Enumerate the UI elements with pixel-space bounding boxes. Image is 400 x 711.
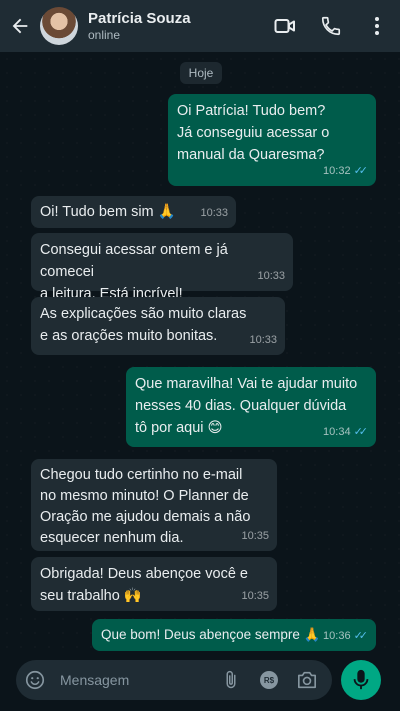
message-bubble-incoming[interactable]: Chegou tudo certinho no e-mail no mesmo … bbox=[31, 459, 277, 551]
message-text: As explicações são muito claras e as ora… bbox=[40, 306, 247, 344]
read-ticks-icon: ✓✓ bbox=[353, 426, 369, 438]
read-ticks-icon: ✓✓ bbox=[353, 630, 369, 642]
message-text: Oi Patrícia! Tudo bem? Já conseguiu aces… bbox=[177, 103, 330, 163]
phone-icon[interactable] bbox=[308, 0, 354, 52]
video-call-icon[interactable] bbox=[262, 0, 308, 52]
back-arrow-icon[interactable] bbox=[0, 0, 40, 52]
message-bubble-incoming[interactable]: Obrigada! Deus abençoe você e seu trabal… bbox=[31, 557, 277, 611]
message-bubble-outgoing[interactable]: Oi Patrícia! Tudo bem? Já conseguiu aces… bbox=[168, 94, 376, 186]
contact-name: Patrícia Souza bbox=[88, 9, 191, 27]
chat-header: Patrícia Souza online bbox=[0, 0, 400, 52]
mic-icon bbox=[353, 669, 369, 690]
message-bubble-incoming[interactable]: Oi! Tudo bem sim 🙏 10:33 bbox=[31, 196, 236, 228]
message-time: 10:35 bbox=[241, 590, 269, 602]
message-bubble-outgoing[interactable]: Que maravilha! Vai te ajudar muito nesse… bbox=[126, 367, 376, 447]
avatar[interactable] bbox=[40, 7, 78, 45]
message-text: Oi! Tudo bem sim 🙏 bbox=[40, 204, 176, 220]
message-text: Obrigada! Deus abençoe você e seu trabal… bbox=[40, 566, 248, 604]
message-bubble-incoming[interactable]: Consegui acessar ontem e já comecei a le… bbox=[31, 233, 293, 302]
message-input[interactable]: Mensagem R$ bbox=[16, 660, 332, 700]
message-text: Chegou tudo certinho no e-mail no mesmo … bbox=[40, 467, 251, 546]
message-placeholder: Mensagem bbox=[60, 672, 130, 688]
message-time: 10:33 bbox=[249, 334, 277, 346]
composer-bar: Mensagem R$ bbox=[0, 653, 400, 711]
read-ticks-icon: ✓✓ bbox=[353, 165, 369, 177]
message-bubble-incoming[interactable]: As explicações são muito claras e as ora… bbox=[31, 297, 285, 355]
payment-icon-label: R$ bbox=[260, 671, 278, 689]
message-bubble-outgoing[interactable]: Que bom! Deus abençoe sempre 🙏 10:36 ✓✓ bbox=[92, 619, 376, 651]
payment-icon[interactable]: R$ bbox=[250, 660, 288, 700]
contact-info[interactable]: Patrícia Souza online bbox=[88, 10, 262, 43]
message-text: Consegui acessar ontem e já comecei a le… bbox=[40, 242, 228, 302]
mic-button[interactable] bbox=[341, 660, 381, 700]
date-separator: Hoje bbox=[180, 62, 222, 84]
message-time: 10:34 bbox=[323, 426, 351, 438]
message-time: 10:33 bbox=[200, 207, 228, 219]
contact-status: online bbox=[88, 27, 121, 42]
message-list[interactable]: Hoje Oi Patrícia! Tudo bem? Já conseguiu… bbox=[0, 52, 400, 653]
camera-icon[interactable] bbox=[288, 660, 326, 700]
message-time: 10:35 bbox=[241, 530, 269, 542]
message-text: Que bom! Deus abençoe sempre 🙏 bbox=[101, 627, 321, 642]
message-time: 10:36 bbox=[323, 630, 351, 642]
attach-icon[interactable] bbox=[212, 660, 250, 700]
emoji-icon[interactable] bbox=[16, 660, 54, 700]
more-options-icon[interactable] bbox=[354, 0, 400, 52]
message-time: 10:33 bbox=[257, 270, 285, 282]
message-time: 10:32 bbox=[323, 165, 351, 177]
